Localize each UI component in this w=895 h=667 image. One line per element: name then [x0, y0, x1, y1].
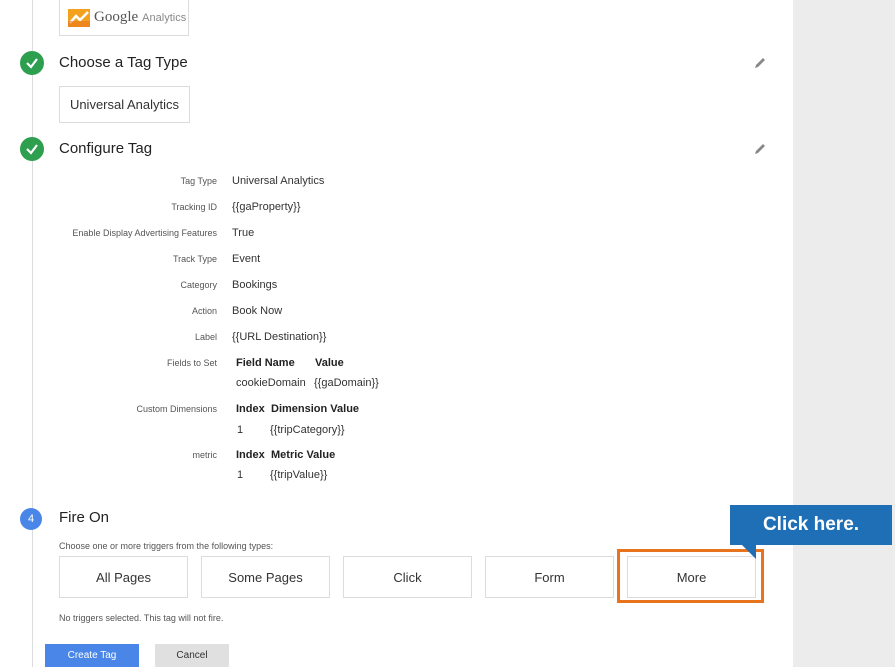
config-label-custom-dimensions: Custom Dimensions: [136, 404, 217, 414]
step-complete-check-icon: [20, 51, 44, 75]
edit-pencil-icon[interactable]: [752, 141, 768, 157]
fields-row-name: cookieDomain: [236, 377, 306, 389]
fields-col-value: Value: [315, 357, 344, 369]
config-label-tracking-id: Tracking ID: [171, 202, 217, 212]
config-value-tag-type: Universal Analytics: [232, 175, 325, 187]
config-value-label: {{URL Destination}}: [232, 331, 327, 343]
dimensions-row-index: 1: [237, 424, 244, 436]
right-side-panel: [793, 0, 895, 667]
trigger-form[interactable]: Form: [485, 556, 614, 598]
config-label-action: Action: [191, 306, 217, 316]
dimensions-col-index: Index: [236, 403, 265, 415]
google-analytics-logo-icon: [68, 8, 90, 27]
config-label-display-adv: Enable Display Advertising Features: [72, 228, 217, 238]
step-number-badge: 4: [20, 508, 42, 530]
config-label-metric: metric: [192, 450, 218, 460]
no-triggers-message: No triggers selected. This tag will not …: [59, 613, 224, 623]
trigger-all-pages[interactable]: All Pages: [59, 556, 188, 598]
config-value-display-adv: True: [232, 227, 255, 239]
config-value-track-type: Event: [232, 253, 261, 265]
metric-row-value: {{tripValue}}: [270, 469, 328, 481]
click-here-callout: Click here.: [730, 505, 892, 545]
config-value-category: Bookings: [232, 279, 278, 291]
config-value-tracking-id: {{gaProperty}}: [232, 201, 301, 213]
config-label-tag-type: Tag Type: [180, 176, 217, 186]
step-connector-line: [32, 0, 33, 667]
dimensions-row-value: {{tripCategory}}: [270, 424, 345, 436]
config-label-label: Label: [194, 332, 217, 342]
fields-row-value: {{gaDomain}}: [314, 377, 379, 389]
config-label-track-type: Track Type: [172, 254, 217, 264]
step-complete-check-icon: [20, 137, 44, 161]
fire-on-description: Choose one or more triggers from the fol…: [59, 541, 274, 551]
selected-tag-type-box[interactable]: Universal Analytics: [59, 86, 190, 123]
metric-col-value: Metric Value: [271, 449, 336, 461]
metric-col-index: Index: [236, 449, 265, 461]
trigger-some-pages[interactable]: Some Pages: [201, 556, 330, 598]
config-label-category: Category: [180, 280, 217, 290]
cancel-button[interactable]: Cancel: [155, 644, 229, 667]
ga-product-text: Analytics: [142, 11, 187, 24]
google-analytics-product-box[interactable]: Google Analytics: [59, 0, 189, 36]
metric-row-index: 1: [237, 469, 244, 481]
fields-col-field-name: Field Name: [236, 357, 295, 369]
config-value-action: Book Now: [232, 305, 283, 317]
step-title-fire-on: Fire On: [59, 509, 110, 526]
step-title-tag-type: Choose a Tag Type: [59, 54, 188, 71]
ga-brand-text: Google: [94, 9, 139, 25]
step-title-configure-tag: Configure Tag: [59, 140, 153, 157]
edit-pencil-icon[interactable]: [752, 55, 768, 71]
config-label-fields-to-set: Fields to Set: [166, 358, 217, 368]
create-tag-button[interactable]: Create Tag: [45, 644, 139, 667]
dimensions-col-value: Dimension Value: [271, 403, 360, 415]
callout-tail: [742, 545, 756, 559]
trigger-click[interactable]: Click: [343, 556, 472, 598]
